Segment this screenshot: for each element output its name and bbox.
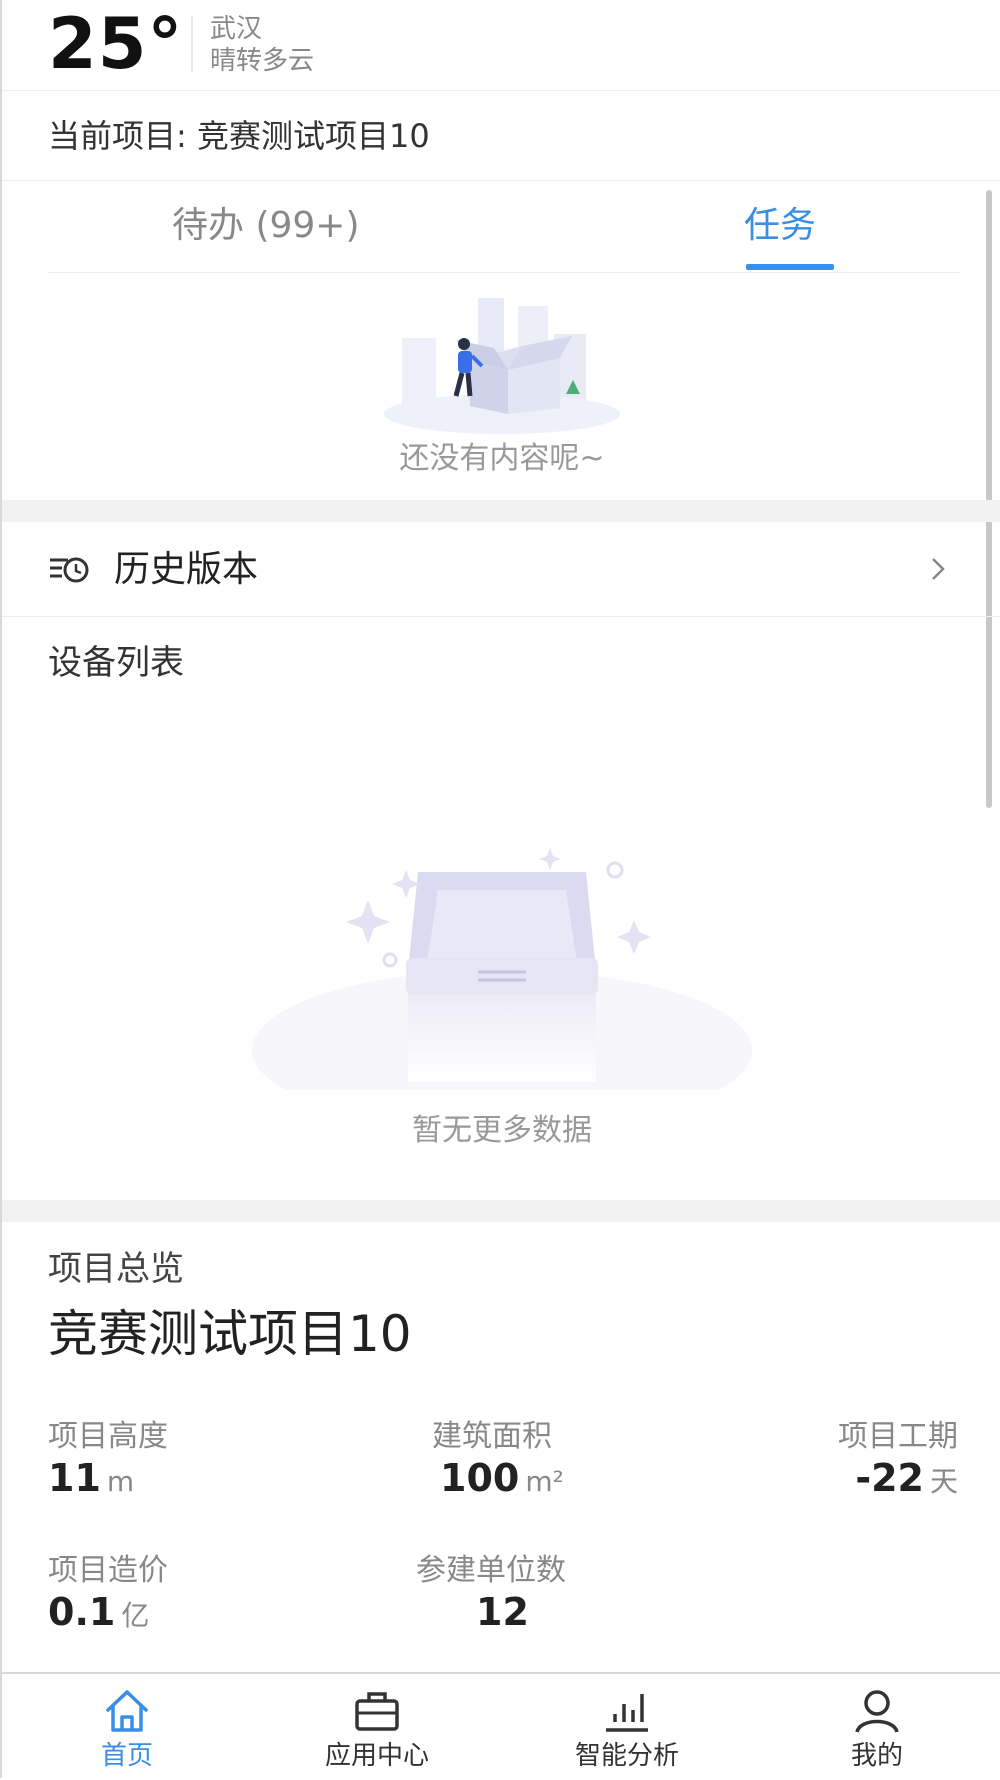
nav-home-label: 首页 — [100, 1741, 153, 1771]
nav-smart-analysis-label: 智能分析 — [574, 1741, 679, 1771]
stat-unit: m² — [525, 1465, 564, 1498]
briefcase-icon — [355, 1692, 399, 1731]
stat-value: 12 — [476, 1590, 529, 1634]
stat-label: 参建单位数 — [416, 1553, 566, 1588]
bar-chart-icon — [606, 1694, 648, 1732]
stat-project-height: 项目高度 11 m — [48, 1418, 168, 1504]
bottom-nav: 首页 应用中心 智能分析 我的 — [2, 1672, 1000, 1780]
nav-mine[interactable]: 我的 — [752, 1674, 1000, 1780]
nav-smart-analysis[interactable]: 智能分析 — [502, 1674, 752, 1780]
stat-unit: 亿 — [121, 1599, 150, 1632]
section-separator — [2, 1200, 1000, 1222]
chevron-right-icon — [932, 558, 945, 580]
nav-app-center[interactable]: 应用中心 — [252, 1674, 502, 1780]
stat-project-cost: 项目造价 0.1 亿 — [48, 1552, 168, 1638]
stat-building-area: 建筑面积 100 m² — [432, 1418, 564, 1504]
empty-tray-illustration — [252, 848, 752, 1090]
stat-number: 100 — [440, 1456, 520, 1500]
stat-project-period: 项目工期 -22 天 — [838, 1418, 958, 1504]
stat-label: 项目造价 — [48, 1553, 168, 1588]
stat-label: 项目工期 — [838, 1419, 958, 1454]
weather-condition: 晴转多云 — [210, 46, 315, 76]
scrollbar[interactable] — [986, 190, 992, 808]
weather-header: 25° 武汉 晴转多云 — [2, 0, 1000, 91]
history-version-row[interactable]: 历史版本 — [2, 522, 1000, 617]
empty-box-illustration — [384, 298, 620, 434]
stat-number: 11 — [48, 1456, 101, 1500]
stat-value: 100 m² — [432, 1456, 564, 1504]
stat-label: 建筑面积 — [432, 1419, 552, 1454]
history-version-icon — [50, 557, 89, 583]
stat-value: 0.1 亿 — [48, 1590, 168, 1638]
nav-mine-label: 我的 — [850, 1741, 903, 1771]
current-project-bar[interactable]: 当前项目: 竞赛测试项目10 — [2, 90, 1000, 181]
nav-app-center-label: 应用中心 — [324, 1741, 429, 1771]
home-icon — [106, 1690, 148, 1732]
device-list-title: 设备列表 — [48, 643, 184, 683]
nav-home[interactable]: 首页 — [2, 1674, 252, 1780]
city-name: 武汉 — [210, 14, 263, 44]
stat-number: -22 — [855, 1456, 924, 1500]
stat-participating-units: 参建单位数 12 — [416, 1552, 566, 1634]
device-empty-text: 暂无更多数据 — [412, 1113, 592, 1148]
stat-value: -22 天 — [838, 1456, 958, 1504]
tab-todo[interactable]: 待办 (99+) — [172, 204, 360, 248]
overview-section-label: 项目总览 — [48, 1249, 184, 1289]
stat-label: 项目高度 — [48, 1419, 168, 1454]
history-version-label: 历史版本 — [114, 549, 259, 590]
stat-unit: m — [106, 1465, 135, 1498]
overview-project-name: 竞赛测试项目10 — [48, 1305, 412, 1363]
user-icon — [855, 1690, 899, 1733]
task-empty-text: 还没有内容呢~ — [399, 441, 605, 476]
section-separator — [2, 500, 1000, 522]
app-frame: 25° 武汉 晴转多云 当前项目: 竞赛测试项目10 待办 (99+) 任务 还… — [0, 0, 1000, 1780]
tab-task[interactable]: 任务 — [744, 204, 816, 248]
stat-number: 0.1 — [48, 1590, 116, 1634]
stat-unit: 天 — [929, 1465, 958, 1498]
temperature: 25° — [48, 3, 184, 85]
task-tabs: 待办 (99+) 任务 — [48, 190, 960, 273]
current-project-label: 当前项目: 竞赛测试项目10 — [48, 117, 430, 155]
weather-divider — [191, 16, 193, 72]
active-tab-indicator — [746, 264, 834, 270]
stat-value: 11 m — [48, 1456, 168, 1504]
